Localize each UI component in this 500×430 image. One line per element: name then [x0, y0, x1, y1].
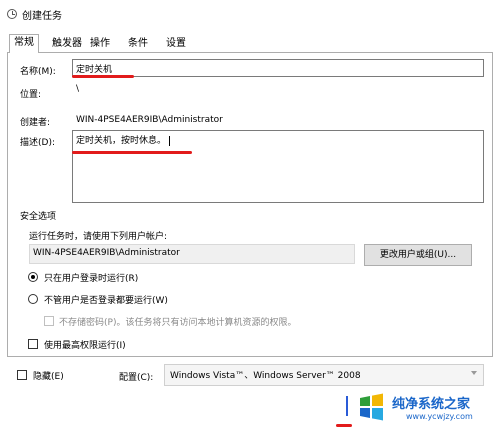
do-not-store-password-option: 不存储密码(P)。该任务将只有访问本地计算机资源的权限。: [44, 315, 344, 328]
run-as-prompt: 运行任务时，请使用下列用户帐户:: [29, 232, 168, 242]
run-whether-logged-on-label: 不管用户是否登录都要运行(W): [44, 296, 168, 306]
tab-actions[interactable]: 操作: [86, 36, 114, 52]
description-field-value: 定时关机，按时休息。: [76, 136, 167, 146]
name-field-value: 定时关机: [76, 65, 113, 75]
tab-general[interactable]: 常规: [9, 34, 39, 53]
title-bar: 创建任务: [0, 0, 500, 30]
name-underline-annotation: [72, 75, 134, 78]
tab-conditions[interactable]: 条件: [124, 36, 152, 52]
text-cursor: [169, 135, 171, 146]
clock-icon: [7, 9, 17, 19]
general-tab-panel: [7, 52, 493, 357]
hidden-checkbox[interactable]: [17, 370, 27, 380]
author-value: WIN-4PSE4AER9IB\Administrator: [76, 115, 223, 125]
highest-privileges-checkbox[interactable]: [28, 339, 38, 349]
author-label: 创建者:: [20, 118, 51, 128]
do-not-store-password-checkbox: [44, 316, 54, 326]
run-whether-logged-on-option[interactable]: 不管用户是否登录都要运行(W): [28, 293, 228, 306]
description-field[interactable]: 定时关机，按时休息。: [72, 130, 484, 203]
windows-logo-icon: [360, 393, 383, 421]
configure-dropdown-value: Windows Vista™、Windows Server™ 2008: [170, 371, 361, 381]
security-group-label: 安全选项: [20, 212, 57, 222]
window-title: 创建任务: [22, 11, 62, 22]
highest-privileges-option[interactable]: 使用最高权限运行(I): [28, 338, 228, 351]
radio-logged-on[interactable]: [28, 272, 38, 282]
run-logged-on-option[interactable]: 只在用户登录时运行(R): [28, 271, 228, 284]
description-underline-annotation: [72, 151, 192, 154]
do-not-store-password-label: 不存储密码(P)。该任务将只有访问本地计算机资源的权限。: [59, 318, 297, 328]
location-label: 位置:: [20, 90, 42, 100]
location-value: \: [76, 84, 80, 94]
user-account-field: WIN-4PSE4AER9IB\Administrator: [29, 244, 355, 264]
watermark-url: www.ycwjzy.com: [406, 412, 473, 421]
name-label: 名称(M):: [20, 67, 56, 77]
watermark-title: 纯净系统之家: [392, 397, 471, 412]
run-logged-on-label: 只在用户登录时运行(R): [44, 274, 139, 284]
change-user-button[interactable]: 更改用户或组(U)...: [364, 244, 472, 266]
description-label: 描述(D):: [20, 138, 55, 148]
radio-whether-logged-on[interactable]: [28, 294, 38, 304]
watermark: 纯净系统之家 www.ycwjzy.com: [350, 390, 500, 430]
hidden-option[interactable]: 隐藏(E): [17, 369, 97, 382]
chevron-down-icon: [471, 371, 477, 375]
tab-settings[interactable]: 设置: [162, 36, 190, 52]
highest-privileges-label: 使用最高权限运行(I): [44, 341, 126, 351]
configure-label: 配置(C):: [119, 373, 154, 383]
tab-triggers[interactable]: 触发器: [48, 36, 86, 52]
name-field[interactable]: 定时关机: [72, 59, 484, 77]
configure-dropdown[interactable]: Windows Vista™、Windows Server™ 2008: [164, 364, 484, 386]
hidden-label: 隐藏(E): [33, 372, 64, 382]
user-account-value: WIN-4PSE4AER9IB\Administrator: [33, 248, 180, 258]
